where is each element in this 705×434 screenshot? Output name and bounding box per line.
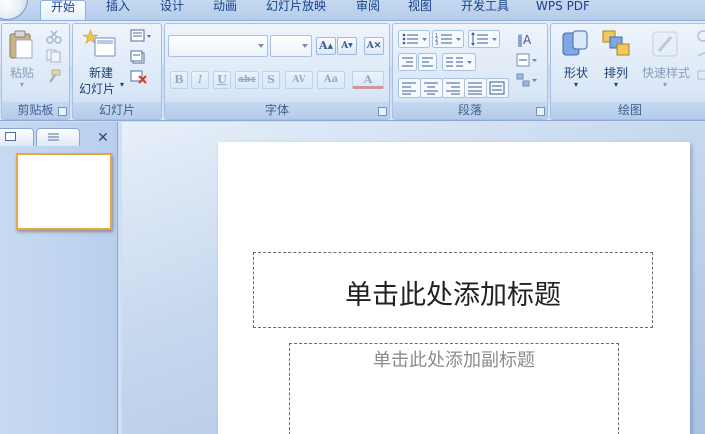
slide-canvas[interactable]: 单击此处添加标题 单击此处添加副标题 bbox=[218, 142, 690, 434]
line-spacing-icon[interactable] bbox=[468, 30, 500, 48]
tab-review[interactable]: 审阅 bbox=[348, 0, 388, 20]
svg-text:‖A: ‖A bbox=[517, 33, 532, 47]
office-button[interactable] bbox=[0, 0, 28, 20]
quick-styles-icon[interactable] bbox=[649, 29, 681, 59]
clipboard-dialog-launcher[interactable] bbox=[58, 107, 67, 116]
subtitle-placeholder[interactable]: 单击此处添加副标题 bbox=[289, 343, 619, 434]
shrink-font-icon[interactable]: A▼ bbox=[337, 37, 357, 55]
tab-home[interactable]: 开始 bbox=[40, 0, 86, 20]
font-group: A▲ A▼ A✕ B I U abc S AV Aa A 字体 bbox=[164, 23, 390, 120]
arrange-dropdown-icon[interactable]: ▾ bbox=[610, 80, 622, 89]
outline-tab[interactable] bbox=[36, 128, 80, 146]
tab-animations[interactable]: 动画 bbox=[205, 0, 245, 20]
tab-design[interactable]: 设计 bbox=[152, 0, 192, 20]
new-slide-icon[interactable] bbox=[83, 28, 117, 58]
bullets-icon[interactable] bbox=[398, 30, 430, 48]
slides-tab-icon bbox=[5, 132, 16, 141]
new-slide-label-line2[interactable]: 幻灯片 bbox=[75, 80, 119, 97]
shapes-icon[interactable] bbox=[561, 29, 591, 59]
delete-slide-icon[interactable] bbox=[130, 70, 148, 84]
bold-button[interactable]: B bbox=[170, 71, 188, 89]
alignment-buttons[interactable] bbox=[398, 78, 510, 98]
align-text-icon[interactable] bbox=[515, 51, 539, 69]
font-size-dropdown-icon bbox=[302, 44, 308, 48]
close-pane-icon[interactable]: ✕ bbox=[95, 130, 111, 146]
smartart-icon[interactable] bbox=[515, 71, 539, 89]
strikethrough-button[interactable]: abc bbox=[235, 71, 259, 89]
columns-icon[interactable] bbox=[442, 53, 476, 71]
tab-insert[interactable]: 插入 bbox=[98, 0, 138, 20]
drawing-group: 形状 ▾ 排列 ▾ 快速样式 ▾ 绘图 bbox=[550, 23, 705, 120]
slides-outline-pane: ✕ bbox=[0, 122, 118, 434]
reset-slide-icon[interactable] bbox=[130, 50, 148, 64]
quick-styles-dropdown-icon[interactable]: ▾ bbox=[659, 80, 671, 89]
svg-text:3: 3 bbox=[435, 41, 438, 47]
change-case-button[interactable]: Aa bbox=[317, 71, 345, 89]
indent-icons[interactable] bbox=[398, 53, 438, 71]
ribbon-tab-strip: 开始 插入 设计 动画 幻灯片放映 审阅 视图 开发工具 WPS PDF bbox=[0, 0, 705, 20]
font-group-label: 字体 bbox=[165, 102, 389, 119]
cut-icon[interactable] bbox=[46, 30, 62, 44]
outline-tab-icon bbox=[48, 133, 59, 141]
arrange-icon[interactable] bbox=[601, 29, 631, 59]
paste-label[interactable]: 粘贴 bbox=[6, 64, 38, 81]
copy-icon[interactable] bbox=[46, 49, 62, 63]
slides-tab[interactable] bbox=[0, 128, 34, 146]
text-shadow-button[interactable]: S bbox=[262, 71, 280, 89]
font-size-combo[interactable] bbox=[270, 35, 312, 57]
grow-font-icon[interactable]: A▲ bbox=[316, 37, 336, 55]
quick-styles-label[interactable]: 快速样式 bbox=[639, 64, 693, 81]
title-placeholder[interactable]: 单击此处添加标题 bbox=[253, 252, 653, 328]
layout-icon[interactable] bbox=[130, 29, 152, 43]
numbering-icon[interactable]: 1 2 3 bbox=[432, 30, 464, 48]
subtitle-placeholder-text: 单击此处添加副标题 bbox=[373, 350, 535, 371]
character-spacing-button[interactable]: AV bbox=[285, 71, 313, 89]
tab-wps-pdf[interactable]: WPS PDF bbox=[530, 0, 596, 20]
format-painter-icon[interactable] bbox=[46, 69, 62, 83]
new-slide-label-line1[interactable]: 新建 bbox=[79, 64, 123, 81]
clear-formatting-icon[interactable]: A✕ bbox=[364, 37, 384, 55]
font-name-combo[interactable] bbox=[168, 35, 268, 57]
shapes-dropdown-icon[interactable]: ▾ bbox=[570, 80, 582, 89]
font-name-dropdown-icon bbox=[258, 44, 264, 48]
tab-view[interactable]: 视图 bbox=[400, 0, 440, 20]
tab-developer[interactable]: 开发工具 bbox=[455, 0, 515, 20]
slides-group: 新建 幻灯片 ▾ 幻灯片 bbox=[72, 23, 162, 120]
paragraph-dialog-launcher[interactable] bbox=[536, 107, 545, 116]
font-color-button[interactable]: A bbox=[352, 71, 384, 89]
new-slide-dropdown-icon[interactable]: ▾ bbox=[117, 80, 127, 89]
ribbon: 粘贴 ▾ 剪贴板 新建 幻灯片 ▾ 幻灯片 A▲ A▼ A✕ B I U abc… bbox=[0, 20, 705, 121]
italic-button[interactable]: I bbox=[191, 71, 209, 89]
slides-group-label: 幻灯片 bbox=[73, 102, 161, 119]
paragraph-group-label: 段落 bbox=[393, 102, 547, 119]
text-direction-icon[interactable]: ‖A bbox=[515, 30, 539, 48]
drawing-group-label: 绘图 bbox=[551, 102, 705, 119]
underline-button[interactable]: U bbox=[213, 71, 231, 89]
font-dialog-launcher[interactable] bbox=[378, 107, 387, 116]
shapes-label[interactable]: 形状 bbox=[556, 64, 596, 81]
paste-icon[interactable] bbox=[8, 30, 34, 60]
paragraph-group: 1 2 3 ‖A 段落 bbox=[392, 23, 548, 120]
arrange-label[interactable]: 排列 bbox=[596, 64, 636, 81]
title-placeholder-text: 单击此处添加标题 bbox=[345, 280, 561, 311]
slide-editing-area: 单击此处添加标题 单击此处添加副标题 bbox=[122, 122, 705, 434]
pane-tabs: ✕ bbox=[0, 126, 118, 146]
shape-fill-outline-effects-icons[interactable] bbox=[696, 29, 705, 89]
slide-thumbnail[interactable] bbox=[16, 153, 112, 230]
paste-dropdown-icon[interactable]: ▾ bbox=[16, 80, 28, 89]
clipboard-group: 粘贴 ▾ 剪贴板 bbox=[1, 23, 70, 120]
tab-slide-show[interactable]: 幻灯片放映 bbox=[258, 0, 334, 20]
